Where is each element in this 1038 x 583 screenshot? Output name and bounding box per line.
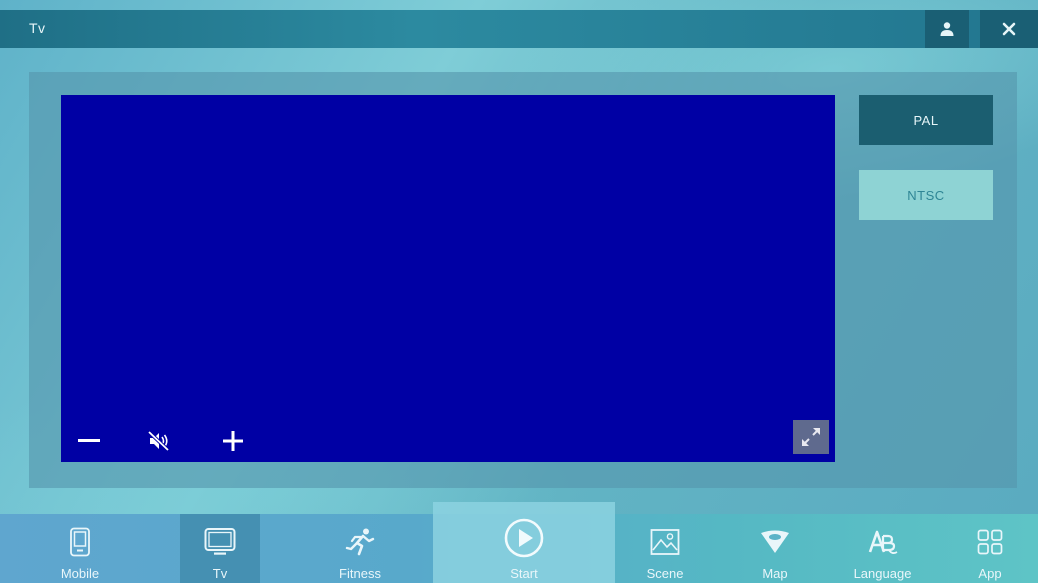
ntsc-button[interactable]: NTSC <box>859 170 993 220</box>
nav-label-start: Start <box>510 566 538 581</box>
map-pin-icon <box>761 530 789 553</box>
nav-label-fitness: Fitness <box>339 566 381 581</box>
tv-icon <box>204 528 236 555</box>
ntsc-label: NTSC <box>907 187 945 203</box>
app-grid-icon <box>977 529 1003 555</box>
nav-item-mobile[interactable]: Mobile <box>40 514 120 583</box>
language-icon <box>868 530 897 555</box>
nav-label-language: Language <box>853 566 912 581</box>
expand-icon <box>802 428 820 446</box>
play-circle-icon <box>504 518 544 558</box>
pal-label: PAL <box>913 112 939 128</box>
nav-label-tv: Tv <box>212 566 228 581</box>
picture-icon <box>650 529 680 555</box>
nav-item-language[interactable]: Language <box>835 514 930 583</box>
nav-item-map[interactable]: Map <box>735 514 815 583</box>
nav-label-app: App <box>978 566 1002 581</box>
window-title: Tv <box>29 20 46 36</box>
nav-item-tv[interactable]: Tv <box>180 514 260 583</box>
nav-label-map: Map <box>762 566 788 581</box>
nav-item-fitness[interactable]: Fitness <box>315 514 405 583</box>
mobile-icon <box>70 527 90 557</box>
tv-video-display[interactable] <box>61 95 835 462</box>
close-button[interactable] <box>980 10 1038 48</box>
nav-label-scene: Scene <box>646 566 684 581</box>
nav-label-mobile: Mobile <box>60 566 100 581</box>
user-icon <box>940 22 954 36</box>
running-icon <box>345 528 375 556</box>
mute-button[interactable] <box>141 426 177 456</box>
close-icon <box>1002 22 1016 36</box>
nav-item-scene[interactable]: Scene <box>625 514 705 583</box>
nav-item-start[interactable]: Start <box>433 502 615 583</box>
minus-icon <box>78 439 100 442</box>
pal-button[interactable]: PAL <box>859 95 993 145</box>
user-button[interactable] <box>925 10 969 48</box>
plus-icon <box>223 431 243 451</box>
volume-down-button[interactable] <box>71 426 107 456</box>
fullscreen-button[interactable] <box>793 420 829 454</box>
tv-app-screen: Tv PAL NTSC Mobile Tv Fitness Start Scen… <box>0 0 1038 583</box>
nav-item-app[interactable]: App <box>955 514 1025 583</box>
title-bar: Tv <box>0 10 1038 48</box>
volume-up-button[interactable] <box>215 426 251 456</box>
speaker-muted-icon <box>148 431 170 451</box>
